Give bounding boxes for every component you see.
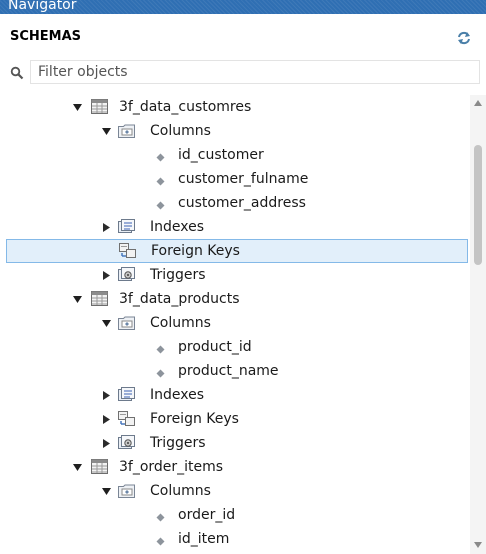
scroll-up-arrow-icon[interactable] <box>474 100 482 106</box>
tree-row[interactable]: Indexes <box>0 383 468 407</box>
tree-row[interactable]: Indexes <box>0 215 468 239</box>
table-icon <box>90 290 109 307</box>
indexes-icon <box>117 386 136 403</box>
triggers-icon <box>117 266 136 283</box>
expand-arrow-icon[interactable] <box>72 101 83 112</box>
columns-folder-icon <box>117 314 136 331</box>
tree-item-label: 3f_data_customres <box>119 99 252 115</box>
expand-arrow-icon[interactable] <box>72 461 83 472</box>
tree-item-label: customer_address <box>178 195 306 211</box>
column-icon <box>156 150 165 162</box>
tree-row[interactable]: Foreign Keys <box>6 239 468 263</box>
collapse-arrow-icon[interactable] <box>101 437 112 448</box>
tree-row[interactable]: customer_address <box>0 191 468 215</box>
tree-row[interactable]: product_name <box>0 359 468 383</box>
triggers-icon <box>117 434 136 451</box>
tree-row[interactable]: Columns <box>0 479 468 503</box>
tree-item-label: Foreign Keys <box>151 243 240 259</box>
scroll-thumb[interactable] <box>474 145 482 265</box>
tree-row[interactable]: customer_fulname <box>0 167 468 191</box>
tree-item-label: customer_fulname <box>178 171 309 187</box>
search-icon <box>10 66 24 80</box>
foreign-keys-icon <box>118 242 137 259</box>
vertical-scrollbar[interactable] <box>470 95 486 554</box>
tree-item-label: Columns <box>150 483 211 499</box>
tree-item-label: id_item <box>178 531 230 547</box>
table-icon <box>90 98 109 115</box>
tree-item-label: product_name <box>178 363 279 379</box>
filter-row <box>0 60 486 86</box>
column-icon <box>156 342 165 354</box>
tree-row[interactable]: 3f_order_items <box>0 455 468 479</box>
foreign-keys-icon <box>117 410 136 427</box>
column-icon <box>156 174 165 186</box>
tree-row[interactable]: 3f_data_products <box>0 287 468 311</box>
tree-item-label: Foreign Keys <box>150 411 239 427</box>
navigator-titlebar: Navigator <box>0 0 486 14</box>
columns-folder-icon <box>117 122 136 139</box>
column-icon <box>156 510 165 522</box>
tree-item-label: 3f_data_products <box>119 291 240 307</box>
tree-item-label: Columns <box>150 123 211 139</box>
refresh-icon[interactable] <box>456 31 472 45</box>
tree-row[interactable]: Foreign Keys <box>0 407 468 431</box>
navigator-title: Navigator <box>8 0 77 13</box>
tree-item-label: product_id <box>178 339 252 355</box>
expand-arrow-icon[interactable] <box>101 125 112 136</box>
tree-item-label: id_customer <box>178 147 264 163</box>
expand-arrow-icon[interactable] <box>101 485 112 496</box>
expand-arrow-icon[interactable] <box>72 293 83 304</box>
schemas-header: SCHEMAS <box>0 26 486 50</box>
column-icon <box>156 198 165 210</box>
collapse-arrow-icon[interactable] <box>101 389 112 400</box>
tree-row[interactable]: order_id <box>0 503 468 527</box>
table-icon <box>90 458 109 475</box>
tree-row[interactable]: id_item <box>0 527 468 551</box>
filter-objects-input[interactable] <box>30 60 480 84</box>
column-icon <box>156 534 165 546</box>
collapse-arrow-icon[interactable] <box>101 269 112 280</box>
tree-row[interactable]: Triggers <box>0 431 468 455</box>
collapse-arrow-icon[interactable] <box>101 413 112 424</box>
tree-row[interactable]: id_customer <box>0 143 468 167</box>
tree-row[interactable]: 3f_data_customres <box>0 95 468 119</box>
schema-tree: 3f_data_customres Columns id_customercusto… <box>0 95 468 554</box>
tree-row[interactable]: Columns <box>0 311 468 335</box>
tree-row[interactable]: product_id <box>0 335 468 359</box>
column-icon <box>156 366 165 378</box>
tree-item-label: Indexes <box>150 387 205 403</box>
tree-item-label: 3f_order_items <box>119 459 224 475</box>
scroll-down-arrow-icon[interactable] <box>474 542 482 548</box>
tree-item-label: Indexes <box>150 219 205 235</box>
collapse-arrow-icon[interactable] <box>101 221 112 232</box>
tree-row[interactable]: Triggers <box>0 263 468 287</box>
tree-item-label: Triggers <box>150 435 206 451</box>
tree-row[interactable]: Columns <box>0 119 468 143</box>
tree-item-label: order_id <box>178 507 236 523</box>
indexes-icon <box>117 218 136 235</box>
tree-item-label: Triggers <box>150 267 206 283</box>
expand-arrow-icon[interactable] <box>101 317 112 328</box>
schemas-label: SCHEMAS <box>10 29 82 44</box>
columns-folder-icon <box>117 482 136 499</box>
tree-item-label: Columns <box>150 315 211 331</box>
